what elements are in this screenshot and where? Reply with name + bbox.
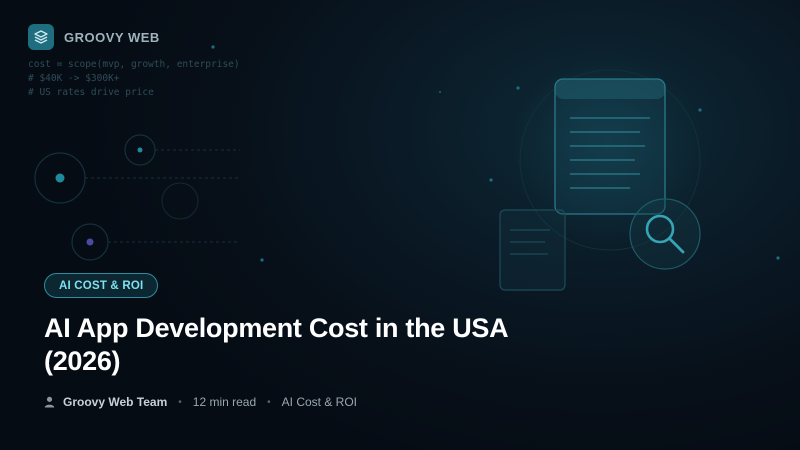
code-line: # $40K -> $300K+ (28, 73, 120, 84)
code-snippet: cost = scope(mvp, growth, enterprise) # … (28, 58, 240, 100)
article-meta: Groovy Web Team • 12 min read • AI Cost … (44, 395, 357, 409)
code-line: cost = scope(mvp, growth, enterprise) (28, 59, 240, 70)
read-time: 12 min read (192, 395, 257, 409)
separator-dot: • (178, 396, 182, 408)
author-name[interactable]: Groovy Web Team (63, 395, 167, 409)
category-badge[interactable]: AI COST & ROI (44, 273, 159, 298)
small-document-icon (499, 209, 566, 291)
person-icon (44, 396, 55, 408)
code-line: # US rates drive price (28, 87, 154, 98)
magnifier-icon (629, 198, 701, 270)
brand-name: GROOVY WEB (64, 29, 160, 45)
document-icon (554, 78, 666, 215)
category-link[interactable]: AI Cost & ROI (282, 395, 357, 409)
layers-icon (28, 24, 54, 50)
brand-logo[interactable]: GROOVY WEB (28, 24, 160, 50)
title-line: (2026) (44, 346, 121, 376)
title-line: AI App Development Cost in the USA (44, 313, 509, 343)
page-title: AI App Development Cost in the USA (2026… (44, 312, 564, 378)
separator-dot: • (267, 396, 271, 408)
